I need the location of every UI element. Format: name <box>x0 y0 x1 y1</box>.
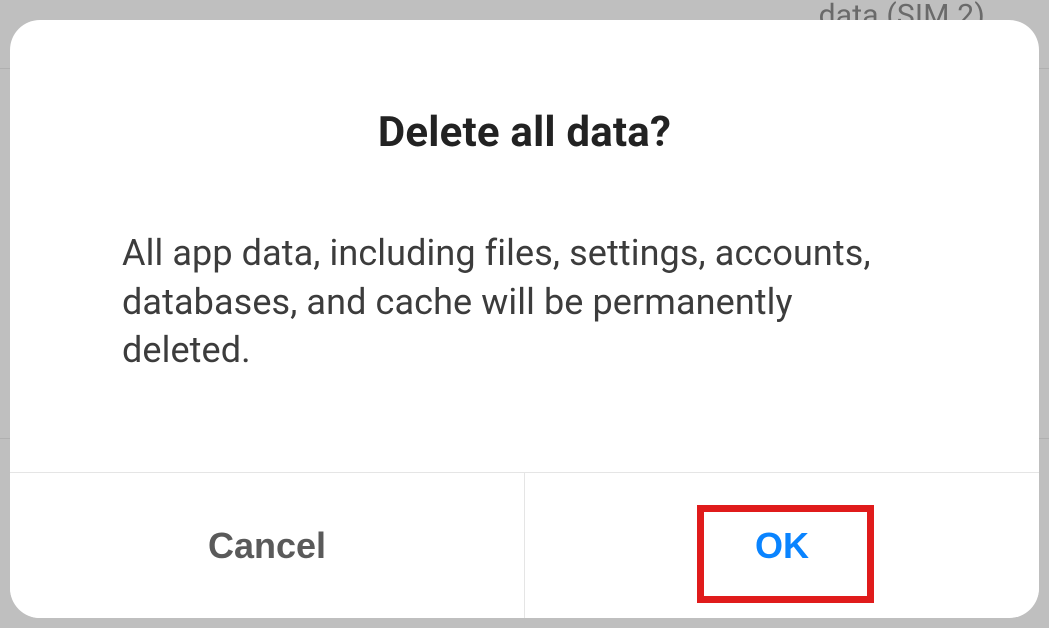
dialog-message: All app data, including files, settings,… <box>122 229 927 375</box>
cancel-button[interactable]: Cancel <box>10 473 525 618</box>
dialog-title: Delete all data? <box>122 108 927 157</box>
dialog-button-row: Cancel OK <box>10 472 1039 618</box>
confirm-dialog: Delete all data? All app data, including… <box>10 20 1039 618</box>
ok-button[interactable]: OK <box>525 473 1039 618</box>
dialog-body: Delete all data? All app data, including… <box>10 20 1039 472</box>
